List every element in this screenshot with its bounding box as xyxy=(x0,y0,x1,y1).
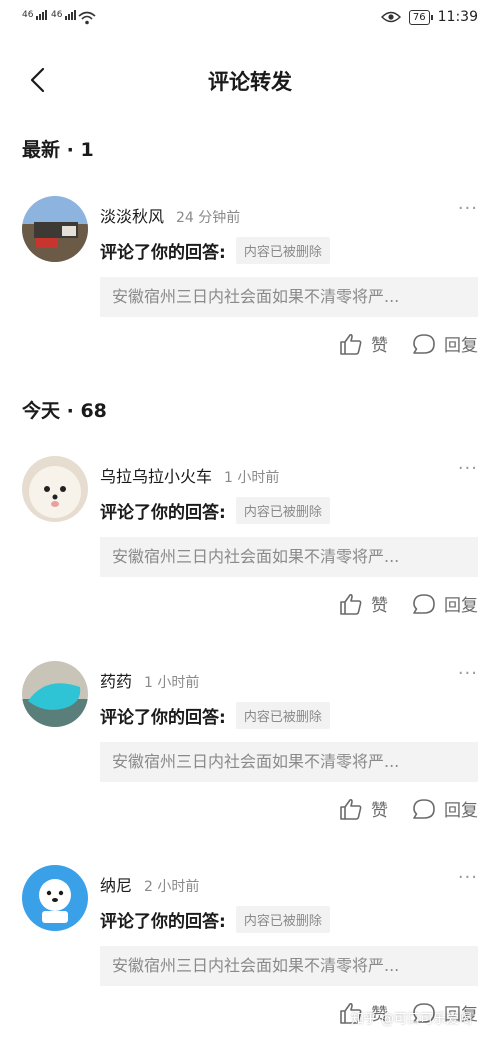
user-name[interactable]: 乌拉乌拉小火车 xyxy=(100,463,212,487)
like-button[interactable]: 赞 xyxy=(339,796,388,821)
quoted-answer[interactable]: 安徽宿州三日内社会面如果不清零将严... xyxy=(100,742,478,782)
status-bar: 46 46 76 11:39 xyxy=(0,0,500,40)
reply-label: 回复 xyxy=(444,801,478,821)
thumbs-up-icon xyxy=(340,798,362,820)
notification-item[interactable]: 药药 1 小时前 ··· 评论了你的回答: 内容已被删除 安徽宿州三日内社会面如… xyxy=(0,661,500,841)
more-options-icon[interactable]: ··· xyxy=(458,867,478,888)
deleted-badge: 内容已被删除 xyxy=(235,702,330,729)
like-button[interactable]: 赞 xyxy=(339,591,388,616)
quoted-answer[interactable]: 安徽宿州三日内社会面如果不清零将严... xyxy=(100,277,478,317)
cell-signal-icon-2: 46 xyxy=(51,10,77,20)
action-text: 评论了你的回答: xyxy=(100,708,226,728)
timestamp: 1 小时前 xyxy=(224,470,280,486)
notification-item[interactable]: 淡淡秋风 24 分钟前 ··· 评论了你的回答: 内容已被删除 安徽宿州三日内社… xyxy=(0,196,500,376)
timestamp: 2 小时前 xyxy=(144,879,200,895)
watermark: 知乎 @可口可乐爱喝 xyxy=(350,1012,472,1027)
comment-bubble-icon xyxy=(413,593,435,614)
avatar[interactable] xyxy=(22,196,88,262)
like-label: 赞 xyxy=(371,336,388,356)
notification-item[interactable]: 乌拉乌拉小火车 1 小时前 ··· 评论了你的回答: 内容已被删除 安徽宿州三日… xyxy=(0,456,500,636)
section-heading-latest: 最新 · 1 xyxy=(22,139,94,161)
more-options-icon[interactable]: ··· xyxy=(458,458,478,479)
more-options-icon[interactable]: ··· xyxy=(458,663,478,684)
battery-indicator: 76 xyxy=(408,9,433,25)
quoted-answer[interactable]: 安徽宿州三日内社会面如果不清零将严... xyxy=(100,946,478,986)
eye-icon xyxy=(380,11,401,23)
reply-button[interactable]: 回复 xyxy=(412,591,478,616)
user-name[interactable]: 纳尼 xyxy=(100,872,132,896)
header: 评论转发 xyxy=(0,56,500,104)
reply-button[interactable]: 回复 xyxy=(412,331,478,356)
like-label: 赞 xyxy=(371,596,388,616)
thumbs-up-icon xyxy=(340,333,362,355)
timestamp: 24 分钟前 xyxy=(176,210,241,226)
section-heading-today: 今天 · 68 xyxy=(22,400,107,422)
action-text: 评论了你的回答: xyxy=(100,503,226,523)
like-label: 赞 xyxy=(371,801,388,821)
reply-label: 回复 xyxy=(444,596,478,616)
user-name[interactable]: 淡淡秋风 xyxy=(100,203,164,227)
comment-bubble-icon xyxy=(413,333,435,354)
like-button[interactable]: 赞 xyxy=(339,331,388,356)
reply-button[interactable]: 回复 xyxy=(412,796,478,821)
deleted-badge: 内容已被删除 xyxy=(235,497,330,524)
clock: 11:39 xyxy=(437,9,478,25)
thumbs-up-icon xyxy=(340,593,362,615)
deleted-badge: 内容已被删除 xyxy=(235,237,330,264)
more-options-icon[interactable]: ··· xyxy=(458,198,478,219)
page-title: 评论转发 xyxy=(208,70,292,94)
wifi-icon xyxy=(78,11,96,25)
avatar[interactable] xyxy=(22,456,88,522)
deleted-badge: 内容已被删除 xyxy=(235,906,330,933)
avatar[interactable] xyxy=(22,865,88,931)
user-name[interactable]: 药药 xyxy=(100,668,132,692)
quoted-answer[interactable]: 安徽宿州三日内社会面如果不清零将严... xyxy=(100,537,478,577)
reply-label: 回复 xyxy=(444,336,478,356)
timestamp: 1 小时前 xyxy=(144,675,200,691)
action-text: 评论了你的回答: xyxy=(100,912,226,932)
action-text: 评论了你的回答: xyxy=(100,243,226,263)
comment-bubble-icon xyxy=(413,798,435,819)
avatar[interactable] xyxy=(22,661,88,727)
cell-signal-icon: 46 xyxy=(22,10,48,20)
